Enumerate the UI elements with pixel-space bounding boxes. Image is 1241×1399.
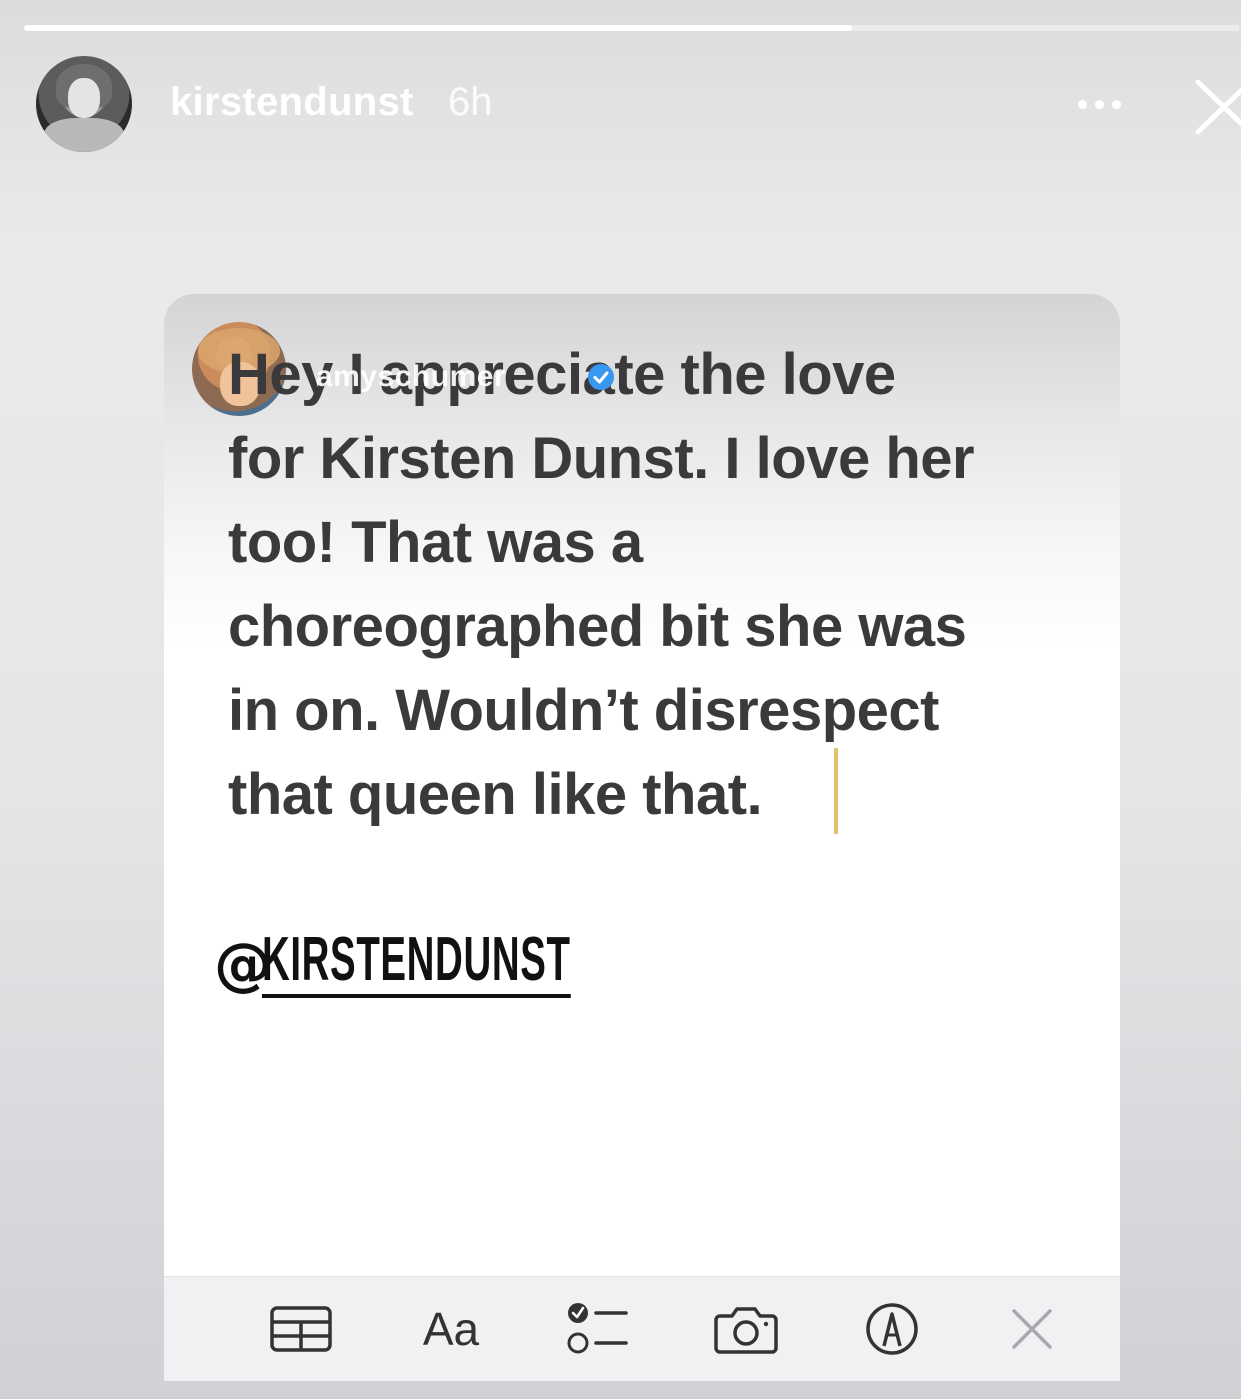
story-username[interactable]: kirstendunst <box>170 80 414 125</box>
story-progress-fill <box>24 25 852 31</box>
ellipsis-icon[interactable] <box>1078 92 1134 116</box>
note-line: in on. Wouldn’t disrespect <box>228 678 939 743</box>
text-cursor <box>834 748 838 834</box>
profile-avatar[interactable] <box>36 56 132 152</box>
camera-icon[interactable] <box>714 1299 778 1359</box>
markup-pen-icon[interactable] <box>864 1299 920 1359</box>
note-line: for Kirsten Dunst. I love her <box>228 426 975 491</box>
close-icon[interactable] <box>1192 74 1241 138</box>
reshared-username[interactable]: amyschumer <box>316 360 506 394</box>
verified-badge-icon <box>588 364 614 390</box>
note-line: that queen like that. <box>228 762 763 827</box>
story-timestamp: 6h <box>448 80 493 124</box>
close-icon[interactable] <box>1010 1299 1054 1359</box>
notes-toolbar: Aa <box>164 1276 1120 1381</box>
note-body-text: Hey I appreciate the love for Kirsten Du… <box>228 333 1088 837</box>
note-line: choreographed bit she was <box>228 594 967 659</box>
checklist-icon[interactable] <box>566 1299 630 1359</box>
table-icon[interactable] <box>270 1299 332 1359</box>
story-progress-bar <box>24 25 1241 31</box>
story-viewer: kirstendunst 6h Hey I appreciate the lov… <box>0 0 1241 1399</box>
mention-sticker[interactable]: KIRSTENDUNST <box>262 928 571 998</box>
note-line: too! That was a <box>228 510 643 575</box>
format-text-button[interactable]: Aa <box>418 1299 484 1359</box>
